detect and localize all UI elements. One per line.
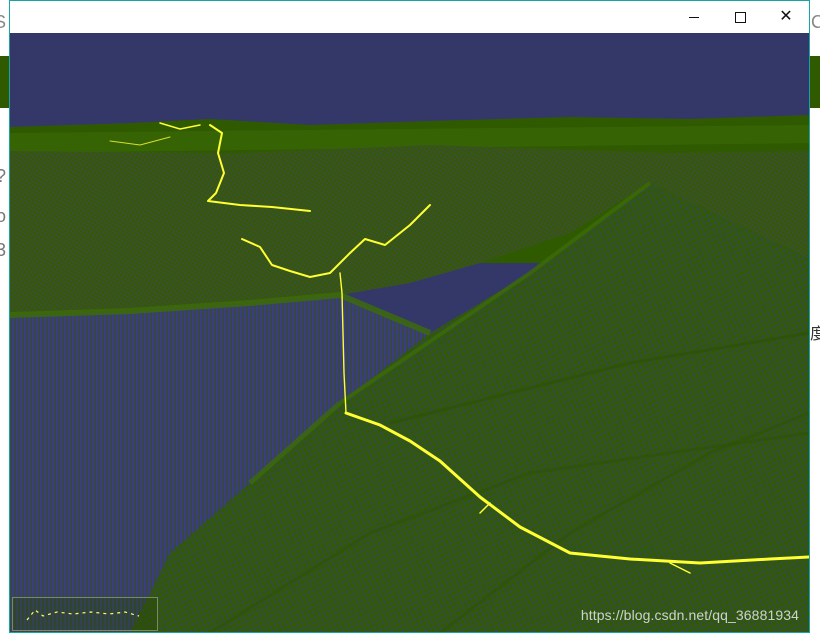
maximize-button[interactable] <box>717 1 763 33</box>
close-icon: ✕ <box>779 8 793 25</box>
background-fragment: 度 <box>809 326 820 343</box>
minimize-icon <box>689 16 699 18</box>
title-bar[interactable]: ✕ <box>10 1 809 33</box>
terrain-render <box>10 33 809 632</box>
viewer-window: ✕ https://blog.csdn.net/qq_36881934 <box>9 0 810 633</box>
maximize-icon <box>734 11 746 23</box>
3d-terrain-viewport[interactable]: https://blog.csdn.net/qq_36881934 <box>10 33 809 632</box>
background-strip-right <box>810 56 820 108</box>
background-fragment: o <box>0 206 7 226</box>
minimize-button[interactable] <box>671 1 717 33</box>
minimap[interactable] <box>12 597 158 631</box>
close-button[interactable]: ✕ <box>763 1 809 33</box>
background-fragment: C <box>811 12 820 32</box>
background-fragment: ? <box>0 166 6 187</box>
background-fragment: 3 <box>0 240 7 260</box>
minimap-track <box>26 609 140 621</box>
background-fragment: S <box>0 12 7 32</box>
watermark: https://blog.csdn.net/qq_36881934 <box>580 607 799 623</box>
